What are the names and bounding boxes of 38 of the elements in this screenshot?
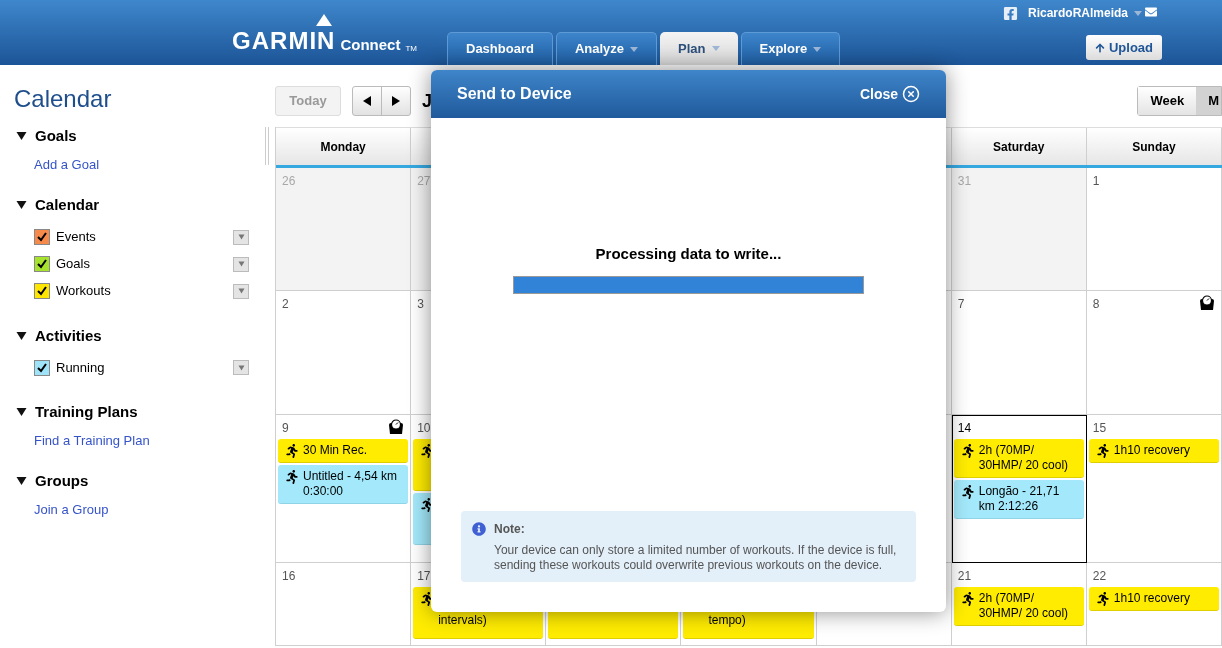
day-number: 17	[417, 568, 431, 585]
event-title: intervals)	[438, 613, 487, 628]
event-title: 30 Min Rec.	[303, 443, 368, 458]
dialog-title: Send to Device	[457, 84, 572, 104]
day-number: 22	[1092, 568, 1107, 585]
day-number: 26	[282, 173, 296, 190]
day-number: 31	[957, 173, 972, 190]
note-text: Your device can only store a limited number of workouts. If the device is full, sending these workouts could overwrite previous workouts on the device.	[494, 543, 898, 573]
day-number: 10	[417, 420, 431, 437]
filter-label: Goals	[56, 255, 91, 274]
day-number: 15	[1092, 420, 1107, 437]
day-number: 9	[282, 420, 289, 437]
page-title: Calendar	[14, 85, 113, 113]
status-text: Processing data to write...	[595, 244, 782, 264]
weekday-header: Saturday	[951, 128, 1087, 165]
day-number: 16	[282, 568, 296, 585]
day-number: 3	[417, 296, 424, 313]
event-title: 1h10 recovery	[1113, 591, 1190, 606]
day-number: 7	[957, 296, 965, 313]
event-title: Longão - 21,71 km 2:12:26	[978, 484, 1061, 514]
event-title: tempo)	[708, 613, 746, 628]
day-number: 21	[957, 568, 972, 585]
event-title: 2h (70MP/ 30HMP/ 20 cool)	[978, 443, 1070, 473]
day-number: 14	[957, 420, 972, 437]
day-number: 2	[282, 296, 289, 313]
month-title: J	[422, 89, 432, 113]
filter-label: Running	[56, 358, 106, 377]
weekday-header: Sunday	[1086, 128, 1222, 165]
day-number: 1	[1092, 173, 1100, 190]
event-title: Untitled - 4,54 km 0:30:00	[303, 469, 399, 499]
event-title: 2h (70MP/ 30HMP/ 20 cool)	[978, 591, 1070, 621]
filter-label: Workouts	[56, 282, 112, 301]
filter-label: Events	[56, 228, 97, 247]
weekday-header: Monday	[276, 128, 412, 165]
day-number: 8	[1092, 296, 1100, 313]
day-number: 27	[417, 173, 431, 190]
event-title: 1h10 recovery	[1113, 443, 1190, 458]
note-title: Note:	[494, 521, 526, 538]
